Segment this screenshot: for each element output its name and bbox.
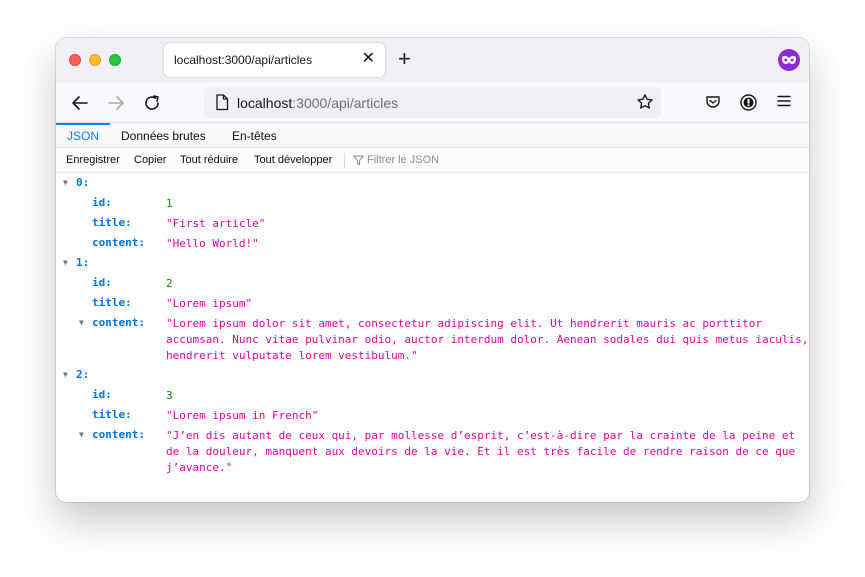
json-value: "Lorem ipsum in French"	[166, 409, 319, 422]
pocket-icon[interactable]	[705, 94, 721, 110]
json-value: 3	[166, 389, 173, 402]
json-key: title:	[92, 296, 132, 309]
close-window-button[interactable]	[69, 54, 81, 66]
json-value: 2	[166, 277, 173, 290]
expand-toggle-icon[interactable]: ▼	[63, 258, 68, 267]
url-path: :3000/api/articles	[292, 95, 399, 111]
navigation-toolbar: localhost:3000/api/articles	[56, 82, 809, 123]
tab-headers[interactable]: En-têtes	[232, 123, 277, 148]
json-value: "J’en dis autant de ceux qui, par molles…	[166, 429, 796, 474]
json-index: 0:	[76, 176, 90, 189]
json-key: title:	[92, 216, 132, 229]
json-index: 1:	[76, 256, 90, 269]
tab-strip: localhost:3000/api/articles ✕ +	[56, 38, 809, 82]
zoom-window-button[interactable]	[109, 54, 121, 66]
save-button[interactable]: Enregistrer	[66, 154, 120, 166]
json-value: "Lorem ipsum dolor sit amet, consectetur…	[166, 317, 809, 362]
json-key: id:	[92, 388, 112, 401]
private-browsing-icon	[778, 49, 800, 71]
json-tree: ▼ 0: id: 1 title: "First article" conten…	[56, 173, 809, 502]
json-key: id:	[92, 196, 112, 209]
tab-raw-data[interactable]: Données brutes	[121, 123, 206, 148]
filter-icon	[353, 155, 364, 166]
page-icon	[216, 94, 229, 111]
json-index: 2:	[76, 368, 90, 381]
back-arrow-icon[interactable]	[71, 94, 89, 112]
json-value: "Lorem ipsum"	[166, 297, 253, 310]
minimize-window-button[interactable]	[89, 54, 101, 66]
json-value: 1	[166, 197, 173, 210]
forward-arrow-icon[interactable]	[107, 94, 125, 112]
extension-icon[interactable]	[740, 94, 757, 111]
json-key: title:	[92, 408, 132, 421]
json-toolbar: Enregistrer Copier Tout réduire Tout dév…	[56, 148, 809, 173]
filter-json-input[interactable]: Filtrer le JSON	[367, 154, 439, 166]
new-tab-button[interactable]: +	[398, 48, 411, 70]
collapse-all-button[interactable]: Tout réduire	[180, 154, 238, 166]
copy-button[interactable]: Copier	[134, 154, 166, 166]
expand-toggle-icon[interactable]: ▼	[63, 370, 68, 379]
expand-toggle-icon[interactable]: ▼	[79, 318, 84, 327]
url-bar[interactable]: localhost:3000/api/articles	[204, 87, 661, 118]
expand-toggle-icon[interactable]: ▼	[63, 178, 68, 187]
json-key: id:	[92, 276, 112, 289]
tab-close-icon[interactable]: ✕	[362, 50, 375, 68]
expand-toggle-icon[interactable]: ▼	[79, 430, 84, 439]
menu-icon[interactable]	[777, 94, 791, 108]
bookmark-star-icon[interactable]	[636, 93, 654, 111]
json-key: content:	[92, 428, 145, 441]
browser-window: localhost:3000/api/articles ✕ + localhos…	[56, 38, 809, 502]
reload-icon[interactable]	[143, 94, 161, 112]
json-value: "First article"	[166, 217, 266, 230]
url-host: localhost	[237, 95, 293, 111]
expand-all-button[interactable]: Tout développer	[254, 154, 332, 166]
browser-tab[interactable]: localhost:3000/api/articles ✕	[164, 43, 385, 77]
json-value: "Hello World!"	[166, 237, 259, 250]
json-key: content:	[92, 316, 145, 329]
tab-json[interactable]: JSON	[67, 123, 99, 148]
json-viewer-tabs: JSON Données brutes En-têtes	[56, 123, 809, 148]
tab-title: localhost:3000/api/articles	[174, 53, 313, 67]
json-key: content:	[92, 236, 145, 249]
toolbar-divider	[344, 153, 345, 168]
